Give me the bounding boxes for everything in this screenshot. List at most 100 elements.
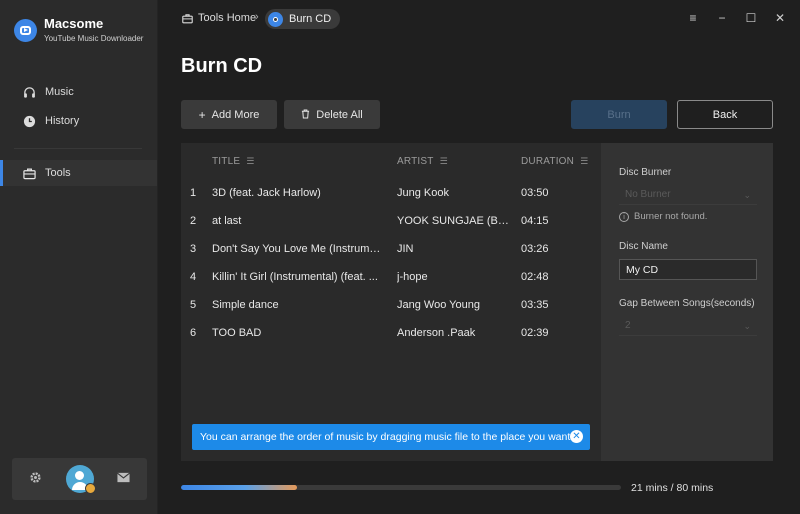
- row-duration: 02:39: [521, 327, 549, 339]
- sidebar: Macsome YouTube Music Downloader Music H…: [0, 0, 158, 514]
- row-title: Don't Say You Love Me (Instrume...: [212, 243, 384, 255]
- drag-tip-banner: You can arrange the order of music by dr…: [192, 424, 590, 450]
- row-duration: 03:50: [521, 187, 549, 199]
- row-artist: j-hope: [397, 271, 428, 283]
- row-duration: 03:35: [521, 299, 549, 311]
- row-index: 4: [190, 271, 197, 283]
- burner-warning-text: Burner not found.: [634, 211, 708, 222]
- sidebar-item-label: Tools: [45, 167, 71, 179]
- row-artist: Jang Woo Young: [397, 299, 480, 311]
- breadcrumb-current-label: Burn CD: [289, 13, 332, 25]
- column-artist-header[interactable]: ARTIST ☰: [397, 156, 448, 167]
- back-button[interactable]: Back: [677, 100, 773, 129]
- gap-value: 2: [625, 320, 631, 331]
- table-row[interactable]: 2 at last YOOK SUNGJAE (BT... 04:15: [181, 207, 601, 235]
- column-duration-header[interactable]: DURATION ☰: [521, 156, 588, 167]
- maximize-icon[interactable]: ☐: [745, 11, 757, 25]
- page-title: Burn CD: [181, 55, 263, 77]
- add-more-label: Add More: [211, 108, 260, 121]
- close-icon[interactable]: ✕: [774, 11, 786, 25]
- clock-icon: [22, 114, 36, 128]
- capacity-text: 21 mins / 80 mins: [631, 482, 714, 494]
- row-duration: 04:15: [521, 215, 549, 227]
- table-row[interactable]: 1 3D (feat. Jack Harlow) Jung Kook 03:50: [181, 179, 601, 207]
- disc-name-input[interactable]: [619, 259, 757, 280]
- row-artist: YOOK SUNGJAE (BT...: [397, 215, 509, 227]
- column-artist-label: ARTIST: [397, 156, 434, 167]
- sort-icon: ☰: [439, 156, 448, 166]
- row-index: 3: [190, 243, 197, 255]
- mail-icon[interactable]: [117, 472, 130, 486]
- app-subtitle: YouTube Music Downloader: [44, 34, 144, 43]
- burn-button[interactable]: Burn: [571, 100, 667, 129]
- disc-burner-value: No Burner: [625, 189, 671, 200]
- sidebar-item-label: History: [45, 115, 80, 127]
- delete-all-label: Delete All: [316, 108, 363, 121]
- burner-warning: i Burner not found.: [619, 211, 707, 222]
- column-title-label: TITLE: [212, 156, 241, 167]
- capacity-progress-fill: [181, 485, 297, 490]
- row-index: 5: [190, 299, 197, 311]
- row-duration: 02:48: [521, 271, 549, 283]
- row-title: Simple dance: [212, 299, 279, 311]
- table-header: TITLE ☰ ARTIST ☰ DURATION ☰: [181, 143, 601, 179]
- burn-settings-panel: Disc Burner No Burner ⌄ i Burner not fou…: [601, 143, 773, 461]
- disc-burner-select[interactable]: No Burner ⌄: [619, 187, 757, 205]
- sidebar-item-tools[interactable]: Tools: [0, 160, 157, 186]
- app-name: Macsome: [44, 16, 104, 31]
- row-artist: Jung Kook: [397, 187, 449, 199]
- sidebar-item-history[interactable]: History: [0, 108, 157, 134]
- close-tip-icon[interactable]: ✕: [570, 430, 583, 443]
- column-title-header[interactable]: TITLE ☰: [212, 156, 255, 167]
- table-row[interactable]: 4 Killin' It Girl (Instrumental) (feat. …: [181, 263, 601, 291]
- track-list: TITLE ☰ ARTIST ☰ DURATION ☰ 1 3D (feat. …: [181, 143, 601, 461]
- chevron-down-icon: ⌄: [743, 321, 751, 331]
- gap-select[interactable]: 2 ⌄: [619, 318, 757, 336]
- row-index: 1: [190, 187, 197, 199]
- gear-icon[interactable]: [29, 471, 42, 487]
- row-index: 2: [190, 215, 197, 227]
- column-duration-label: DURATION: [521, 156, 575, 167]
- table-row[interactable]: 5 Simple dance Jang Woo Young 03:35: [181, 291, 601, 319]
- sidebar-divider: [14, 148, 142, 149]
- capacity-progress-bar: [181, 485, 621, 490]
- breadcrumb-current: Burn CD: [265, 9, 341, 29]
- info-icon: i: [619, 211, 629, 222]
- premium-badge-icon: [84, 483, 96, 494]
- tip-text: You can arrange the order of music by dr…: [200, 431, 574, 443]
- gap-label: Gap Between Songs(seconds): [619, 298, 755, 309]
- headphones-icon: [22, 85, 36, 99]
- breadcrumb-home-label: Tools Home: [198, 12, 257, 24]
- row-artist: Anderson .Paak: [397, 327, 476, 339]
- brand: Macsome YouTube Music Downloader: [14, 17, 143, 43]
- row-title: at last: [212, 215, 242, 227]
- breadcrumb-home[interactable]: Tools Home: [182, 12, 256, 24]
- sort-icon: ☰: [246, 156, 255, 166]
- table-row[interactable]: 3 Don't Say You Love Me (Instrume... JIN…: [181, 235, 601, 263]
- disc-name-label: Disc Name: [619, 241, 668, 252]
- toolbox-icon: [182, 13, 193, 24]
- sort-icon: ☰: [580, 156, 589, 166]
- row-title: Killin' It Girl (Instrumental) (feat. ..…: [212, 271, 378, 283]
- plus-icon: +: [198, 107, 206, 122]
- chevron-down-icon: ⌄: [743, 190, 751, 200]
- menu-icon[interactable]: ≡: [687, 11, 699, 25]
- sidebar-item-music[interactable]: Music: [0, 79, 157, 105]
- top-bar: Tools Home › Burn CD ≡ − ☐ ✕: [158, 0, 800, 38]
- delete-all-button[interactable]: Delete All: [284, 100, 380, 129]
- cd-icon: [268, 11, 283, 27]
- user-avatar[interactable]: [65, 465, 96, 494]
- row-artist: JIN: [397, 243, 414, 255]
- table-row[interactable]: 6 TOO BAD Anderson .Paak 02:39: [181, 319, 601, 347]
- row-title: TOO BAD: [212, 327, 262, 339]
- minimize-icon[interactable]: −: [716, 11, 728, 25]
- sidebar-item-label: Music: [45, 86, 74, 98]
- app-logo-icon: [14, 18, 37, 42]
- window-controls: ≡ − ☐ ✕: [687, 11, 786, 25]
- sidebar-bottom-bar: [12, 458, 147, 500]
- chevron-right-icon: ›: [255, 11, 259, 23]
- toolbox-icon: [22, 166, 36, 180]
- trash-icon: [301, 108, 310, 122]
- row-title: 3D (feat. Jack Harlow): [212, 187, 321, 199]
- add-more-button[interactable]: + Add More: [181, 100, 277, 129]
